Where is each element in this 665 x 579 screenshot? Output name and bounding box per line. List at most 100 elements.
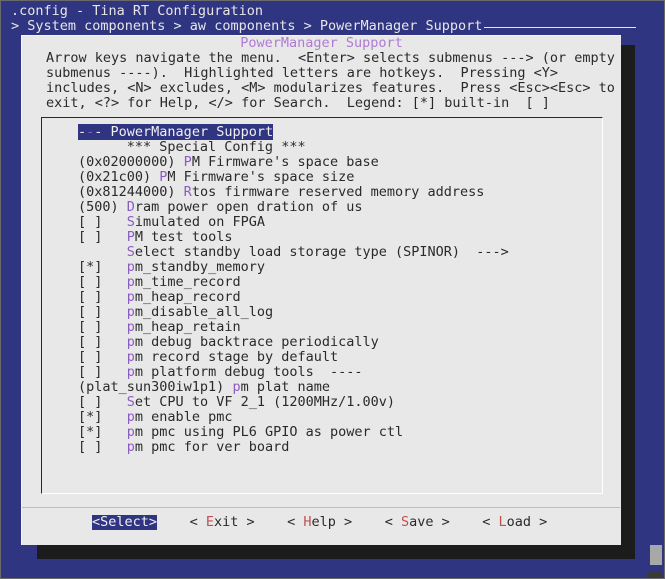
menu-item-prefix: [ ]	[78, 229, 127, 245]
menu-item-hotkey: p	[126, 349, 135, 365]
menu-item-hotkey: S	[126, 214, 135, 230]
menu-item[interactable]: (0x21c00) PM Firmware's space size	[78, 170, 509, 185]
menu-item-prefix: [*]	[78, 259, 127, 275]
menu-item-hotkey: p	[232, 379, 241, 395]
menu-item-label: m_heap_record	[134, 289, 241, 305]
menu-item[interactable]: [*] pm_standby_memory	[78, 260, 509, 275]
menu-item-prefix: [ ]	[78, 334, 127, 350]
menu-item-hotkey: p	[126, 364, 135, 380]
menu-item[interactable]: [ ] pm debug backtrace periodically	[78, 335, 509, 350]
menu-item-hotkey: p	[126, 289, 135, 305]
menu-item-hotkey: p	[126, 424, 135, 440]
help-button[interactable]: < Help >	[287, 515, 352, 530]
menu-item-label: m_time_record	[134, 274, 241, 290]
menu-item-label: m plat name	[240, 379, 330, 395]
breadcrumb-rule	[484, 27, 636, 28]
menu-item-prefix: [ ]	[78, 289, 127, 305]
menu-item-prefix: [ ]	[78, 439, 127, 455]
menu-item[interactable]: [ ] PM test tools	[78, 230, 509, 245]
menu-item-hotkey: P	[183, 154, 192, 170]
menu-item[interactable]: (0x02000000) PM Firmware's space base	[78, 155, 509, 170]
menu-item-label: elect standby load storage type (SPINOR)…	[134, 244, 509, 260]
button-separator	[22, 507, 620, 508]
menu-item-hotkey: S	[126, 394, 135, 410]
menu-item-prefix: [ ]	[78, 349, 127, 365]
terminal-window: .config - Tina RT Configuration > System…	[0, 0, 665, 579]
menu-item-label: M test tools	[134, 229, 233, 245]
menu-item-prefix: (0x81244000)	[78, 184, 184, 200]
scrollbar-thumb[interactable]	[650, 545, 662, 565]
menu-item[interactable]: [ ] Set CPU to VF 2_1 (1200MHz/1.00v)	[78, 395, 509, 410]
menu-item-prefix: *** Special Config ***	[78, 139, 306, 155]
menu-item[interactable]: [*] pm enable pmc	[78, 410, 509, 425]
menu-item[interactable]: [ ] pm_disable_all_log	[78, 305, 509, 320]
breadcrumb: > System components > aw components > Po…	[11, 18, 483, 34]
menu-item-hotkey: p	[126, 409, 135, 425]
menu-item-hotkey: p	[126, 274, 135, 290]
menu-item[interactable]: [ ] pm record stage by default	[78, 350, 509, 365]
menu-item-label: m pmc for ver board	[134, 439, 290, 455]
menu-item-prefix: (500)	[78, 199, 127, 215]
menu-item[interactable]: [ ] pm pmc for ver board	[78, 440, 509, 455]
menu-item[interactable]: [*] pm pmc using PL6 GPIO as power ctl	[78, 425, 509, 440]
menu-item-prefix: [ ]	[78, 274, 127, 290]
menu-item[interactable]: *** Special Config ***	[78, 140, 509, 155]
menu-item[interactable]: [ ] Simulated on FPGA	[78, 215, 509, 230]
menuconfig-dialog: PowerManager Support Arrow keys navigate…	[21, 35, 621, 545]
help-line: submenus ----). Highlighted letters are …	[46, 65, 559, 81]
menu-item-label: m debug backtrace periodically	[134, 334, 379, 350]
load-button[interactable]: < Load >	[482, 515, 547, 530]
menu-item-label: et CPU to VF 2_1 (1200MHz/1.00v)	[134, 394, 396, 410]
select-button[interactable]: <Select>	[92, 515, 158, 530]
menu-item-hotkey: D	[126, 199, 135, 215]
menu-item[interactable]: Select standby load storage type (SPINOR…	[78, 245, 509, 260]
menu-item-label: --- PowerManager Support	[78, 124, 274, 140]
menu-item-prefix: [ ]	[78, 319, 127, 335]
menu-item-hotkey: p	[126, 304, 135, 320]
menu-item-label: M Firmware's space size	[167, 169, 355, 185]
menu-list: --- PowerManager Support *** Special Con…	[78, 124, 509, 455]
menu-item-hotkey: R	[183, 184, 192, 200]
menu-item-label: m record stage by default	[134, 349, 339, 365]
menu-item-prefix: [ ]	[78, 214, 127, 230]
menu-item-hotkey: S	[126, 244, 135, 260]
menu-item-label: tos firmware reserved memory address	[191, 184, 485, 200]
menu-item-label: ram power open dration of us	[134, 199, 363, 215]
help-text: Arrow keys navigate the menu. <Enter> se…	[46, 51, 615, 111]
menu-item[interactable]: [ ] pm platform debug tools ----	[78, 365, 509, 380]
menu-item[interactable]: --- PowerManager Support	[78, 124, 509, 140]
menu-item-prefix: [ ]	[78, 304, 127, 320]
menu-item-label: imulated on FPGA	[134, 214, 265, 230]
menu-item[interactable]: [ ] pm_time_record	[78, 275, 509, 290]
menu-item-prefix: (0x02000000)	[78, 154, 184, 170]
menu-item-label: M Firmware's space base	[191, 154, 379, 170]
menu-item-hotkey: p	[126, 319, 135, 335]
menu-item[interactable]: (plat_sun300iw1p1) pm plat name	[78, 380, 509, 395]
menu-item-hotkey: p	[126, 259, 135, 275]
menu-item-label: m pmc using PL6 GPIO as power ctl	[134, 424, 404, 440]
help-line: Arrow keys navigate the menu. <Enter> se…	[46, 50, 615, 66]
menu-item[interactable]: [ ] pm_heap_record	[78, 290, 509, 305]
menu-item-prefix: (plat_sun300iw1p1)	[78, 379, 233, 395]
menu-item[interactable]: (0x81244000) Rtos firmware reserved memo…	[78, 185, 509, 200]
menu-item-prefix: [ ]	[78, 364, 127, 380]
menu-item-label: m platform debug tools ----	[134, 364, 363, 380]
menu-item-label: m_standby_memory	[134, 259, 265, 275]
menu-item-prefix	[78, 244, 127, 260]
menu-item-label: m_disable_all_log	[134, 304, 274, 320]
dialog-title: PowerManager Support	[240, 35, 403, 51]
help-line: includes, <N> excludes, <M> modularizes …	[46, 80, 615, 96]
menu-item-hotkey: p	[126, 334, 135, 350]
save-button[interactable]: < Save >	[385, 515, 450, 530]
menu-item[interactable]: (500) Dram power open dration of us	[78, 200, 509, 215]
menu-item-prefix: (0x21c00)	[78, 169, 160, 185]
button-bar: <Select> < Exit > < Help > < Save > < Lo…	[92, 515, 547, 530]
exit-button[interactable]: < Exit >	[190, 515, 255, 530]
menu-item-hotkey: P	[126, 229, 135, 245]
window-title: .config - Tina RT Configuration	[11, 3, 263, 19]
menu-item-hotkey: p	[126, 439, 135, 455]
scrollbar-end	[648, 571, 662, 578]
menu-item-label: m_heap_retain	[134, 319, 241, 335]
menu-item[interactable]: [ ] pm_heap_retain	[78, 320, 509, 335]
terminal-scrollbar[interactable]	[648, 1, 662, 578]
